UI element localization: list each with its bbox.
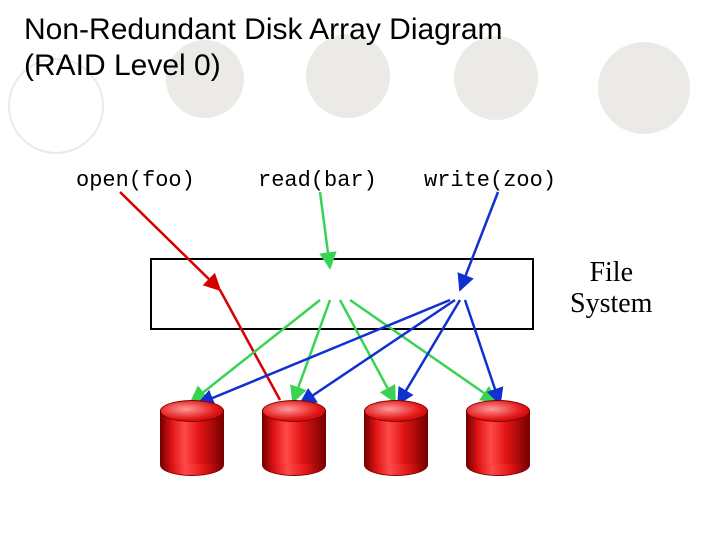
disk-4: [466, 400, 528, 474]
title-line-2: (RAID Level 0): [24, 49, 221, 82]
disk-top-icon: [364, 400, 428, 422]
op-write-label: write(zoo): [424, 168, 556, 193]
diagram-title: Non-Redundant Disk Array Diagram (RAID L…: [24, 12, 503, 84]
bg-circle: [598, 42, 690, 134]
disk-top-icon: [262, 400, 326, 422]
title-line-1: Non-Redundant Disk Array Diagram: [24, 13, 503, 46]
op-open-label: open(foo): [76, 168, 195, 193]
disk-2: [262, 400, 324, 474]
disk-top-icon: [466, 400, 530, 422]
op-read-label: read(bar): [258, 168, 377, 193]
fs-label-line-2: System: [570, 288, 652, 319]
arrow-read-to-fs: [320, 192, 330, 268]
disk-top-icon: [160, 400, 224, 422]
file-system-label: File System: [570, 258, 652, 320]
fs-label-line-1: File: [589, 257, 633, 288]
disk-1: [160, 400, 222, 474]
file-system-box: [150, 258, 534, 330]
disk-3: [364, 400, 426, 474]
